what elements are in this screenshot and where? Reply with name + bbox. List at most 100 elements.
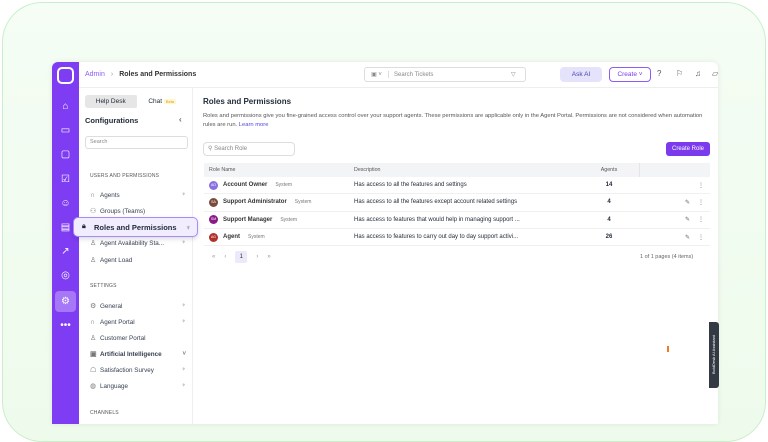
menu-label: Roles and Permissions — [94, 222, 177, 232]
row-actions: ✎ ⋮ — [639, 234, 710, 241]
menu-label: Agent Portal — [100, 318, 135, 326]
tickets-icon[interactable]: ▭ — [58, 123, 73, 138]
filter-icon[interactable]: ▽ — [511, 71, 525, 78]
agent-count: 26 — [605, 234, 613, 241]
breadcrumb-admin[interactable]: Admin — [85, 71, 105, 78]
search-scope-dropdown[interactable]: ▣ ˅ — [365, 71, 389, 78]
table-row[interactable]: AG Agent System Has access to features to … — [204, 229, 710, 247]
notification-bell-icon[interactable]: ♫ — [695, 69, 701, 78]
help-icon[interactable]: ? — [657, 69, 661, 78]
create-label: Create — [617, 71, 637, 78]
edit-icon[interactable]: ✎ — [685, 217, 690, 223]
menu-item-customer-portal[interactable]: ♙ Customer Portal — [90, 332, 186, 344]
next-page-icon[interactable]: › — [256, 254, 258, 260]
menu-label: Groups (Teams) — [100, 207, 146, 215]
role-description: Has access to features to carry out day … — [354, 234, 519, 241]
ai-assistant-tab[interactable]: BoldDesk AI Assistant — [709, 322, 719, 388]
survey-icon: ☖ — [90, 367, 97, 374]
menu-item-roles-permissions[interactable]: 🔒︎ Roles and Permissions ♆ — [73, 217, 198, 237]
row-actions: ✎ ⋮ — [639, 199, 710, 206]
more-options-icon[interactable]: ⋮ — [698, 183, 704, 189]
beta-badge: Beta — [163, 99, 177, 104]
role-name[interactable]: Agent — [223, 234, 240, 240]
more-icon[interactable]: ••• — [58, 318, 73, 333]
menu-item-satisfaction-survey[interactable]: ☖ Satisfaction Survey ♆ — [90, 364, 186, 376]
menu-item-general[interactable]: ⚙ General ♆ — [90, 300, 186, 312]
messages-icon[interactable]: ▱ — [712, 69, 718, 78]
ask-ai-label: Ask AI — [571, 71, 591, 78]
page-info: 1 of 1 pages (4 items) — [640, 254, 694, 260]
role-description: Has access to features that would help i… — [354, 216, 520, 223]
collapse-panel-icon[interactable]: ‹ — [179, 115, 182, 124]
edit-icon[interactable]: ✎ — [685, 200, 690, 206]
column-role-name: Role Name — [209, 167, 236, 173]
search-role-input[interactable]: ⚲ Search Role — [203, 142, 295, 156]
tab-help-desk[interactable]: Help Desk — [85, 95, 137, 108]
learn-more-link[interactable]: Learn more — [239, 122, 269, 128]
role-name[interactable]: Support Administrator — [223, 199, 287, 205]
edit-icon[interactable]: ✎ — [685, 235, 690, 241]
reports-icon[interactable]: ↗ — [58, 244, 73, 259]
search-role-placeholder: Search Role — [214, 146, 248, 152]
role-name[interactable]: Account Owner — [223, 182, 267, 188]
goals-icon[interactable]: ◎ — [58, 268, 73, 283]
menu-item-agent-load[interactable]: ♙ Agent Load — [90, 254, 186, 266]
menu-label: Satisfaction Survey — [100, 366, 154, 374]
menu-label: Customer Portal — [100, 334, 146, 342]
top-bar: Admin › Roles and Permissions ▣ ˅ Search… — [79, 62, 718, 88]
contacts-icon[interactable]: ☺ — [58, 196, 73, 211]
create-button[interactable]: Create ˅ — [609, 67, 651, 82]
row-actions: ✎ ⋮ — [639, 216, 710, 223]
chat-icon[interactable]: ▢ — [58, 147, 73, 162]
first-page-icon[interactable]: « — [212, 254, 215, 260]
pagination: « ‹ 1 › » — [212, 251, 271, 263]
role-avatar: SA — [209, 197, 218, 207]
menu-item-agent-availability[interactable]: ♙ Agent Availability Sta... ♆ — [90, 237, 186, 249]
role-avatar: AG — [209, 232, 218, 242]
section-channels: CHANNELS — [90, 410, 119, 416]
menu-label: Artificial Intelligence — [100, 350, 162, 358]
column-description: Description — [354, 167, 381, 173]
knowledge-base-icon[interactable]: ▤ — [58, 220, 73, 235]
more-options-icon[interactable]: ⋮ — [698, 217, 704, 223]
tab-chat[interactable]: Chat Beta — [136, 95, 188, 108]
group-icon: ⚇ — [90, 208, 97, 215]
menu-item-artificial-intelligence[interactable]: ▣ Artificial Intelligence ˅ — [90, 348, 186, 360]
indicator-mark — [667, 346, 669, 352]
last-page-icon[interactable]: » — [267, 254, 270, 260]
section-users-permissions: USERS AND PERMISSIONS — [90, 173, 160, 179]
table-row[interactable]: AO Account Owner System Has access to all … — [204, 177, 710, 195]
table-row[interactable]: SA Support Administrator System Has access… — [204, 194, 710, 212]
more-options-icon[interactable]: ⋮ — [698, 200, 704, 206]
menu-item-groups[interactable]: ⚇ Groups (Teams) — [90, 205, 186, 217]
portal-switch: Help Desk Chat Beta — [85, 95, 188, 108]
breadcrumb-separator-icon: › — [110, 71, 114, 78]
role-name-cell: SA Support Administrator System — [204, 197, 354, 207]
menu-label: Language — [100, 382, 129, 390]
system-badge: System — [248, 234, 265, 241]
create-role-button[interactable]: Create Role — [666, 142, 710, 156]
bookmark-icon[interactable]: ⚐ — [676, 69, 683, 78]
role-name-cell: AG Agent System — [204, 232, 354, 242]
menu-item-agent-portal[interactable]: ∩ Agent Portal ♆ — [90, 316, 186, 328]
prev-page-icon[interactable]: ‹ — [224, 254, 226, 260]
ticket-search[interactable]: ▣ ˅ Search Tickets ▽ — [364, 67, 526, 82]
role-name[interactable]: Support Manager — [223, 217, 272, 223]
menu-label: General — [100, 302, 123, 310]
menu-item-agents[interactable]: ∩ Agents ♆ — [90, 189, 186, 201]
config-search-input[interactable]: Search — [85, 136, 188, 149]
agent-count: 14 — [605, 182, 613, 189]
home-icon[interactable]: ⌂ — [58, 99, 73, 114]
app-window: ⌂ ▭ ▢ ☑ ☺ ▤ ↗ ◎ ⚙ ••• Admin › Roles and … — [52, 62, 718, 424]
ask-ai-button[interactable]: Ask AI — [560, 67, 602, 82]
more-options-icon[interactable]: ⋮ — [698, 235, 704, 241]
tab-chat-label: Chat — [148, 98, 163, 105]
page-1-button[interactable]: 1 — [235, 251, 248, 263]
menu-item-language[interactable]: ◍ Language ♆ — [90, 380, 186, 392]
search-tickets-input[interactable]: Search Tickets — [394, 72, 511, 78]
app-logo-icon[interactable] — [57, 67, 74, 84]
table-row[interactable]: SM Support Manager System Has access to fe… — [204, 212, 710, 229]
tasks-icon[interactable]: ☑ — [58, 172, 73, 187]
system-badge: System — [280, 216, 298, 223]
settings-icon[interactable]: ⚙ — [55, 291, 76, 312]
